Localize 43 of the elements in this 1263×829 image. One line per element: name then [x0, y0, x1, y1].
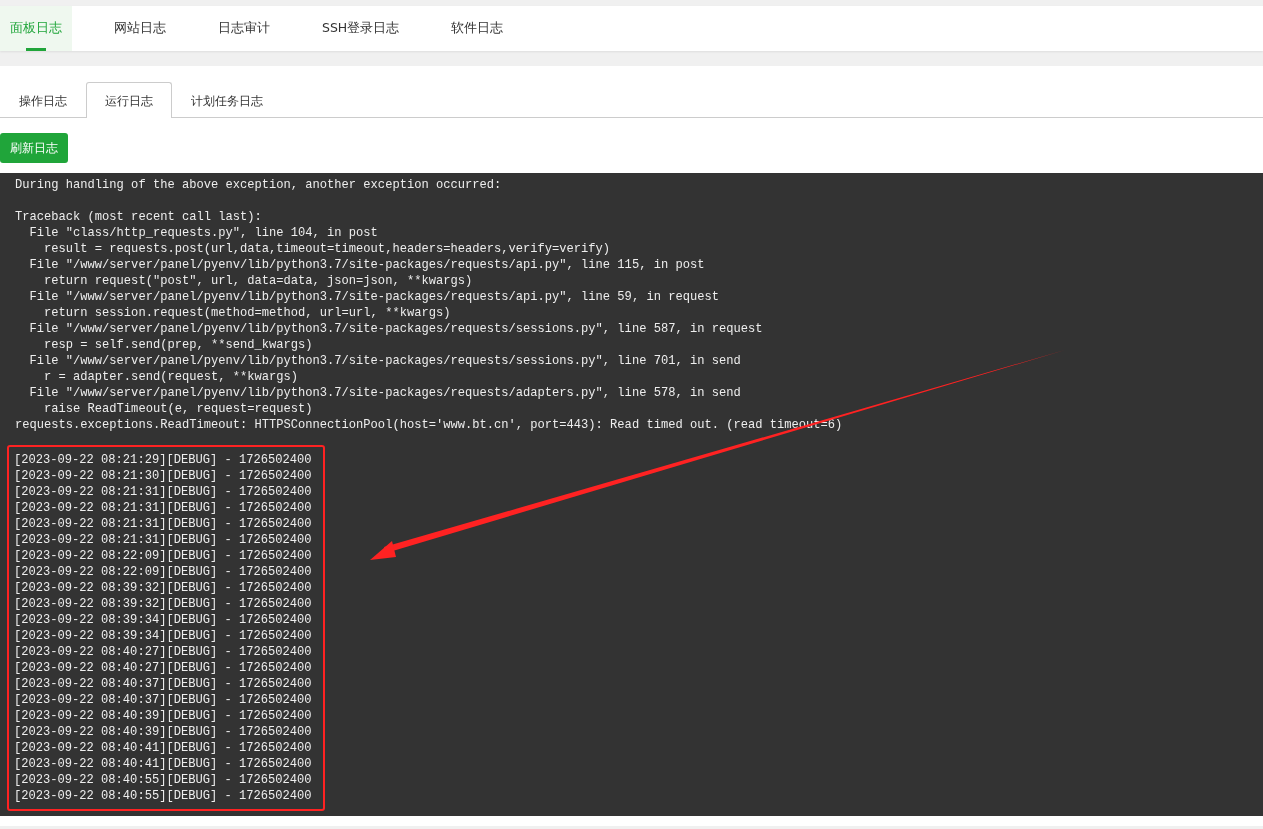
log-line: [2023-09-22 08:22:09][DEBUG] - 1726502400: [14, 564, 312, 580]
log-tab[interactable]: 运行日志: [86, 82, 172, 118]
log-line: File "/www/server/panel/pyenv/lib/python3.7/site-packages/requests/api.py", line 59, in request: [28, 289, 719, 305]
log-line: return session.request(method=method, url=url, **kwargs): [43, 305, 451, 321]
log-line: File "/www/server/panel/pyenv/lib/python3.7/site-packages/requests/adapters.py", line 578, in send: [28, 385, 741, 401]
log-line: During handling of the above exception, another exception occurred:: [15, 177, 502, 193]
nav-tab[interactable]: 网站日志: [88, 6, 192, 51]
log-line: [2023-09-22 08:21:31][DEBUG] - 1726502400: [14, 484, 312, 500]
log-line: File "/www/server/panel/pyenv/lib/python3.7/site-packages/requests/sessions.py", line 701, in send: [28, 353, 741, 369]
log-tab[interactable]: 操作日志: [0, 82, 86, 118]
log-line: [2023-09-22 08:40:41][DEBUG] - 1726502400: [14, 740, 312, 756]
nav-tab[interactable]: 日志审计: [192, 6, 296, 51]
log-line: return request("post", url, data=data, json=json, **kwargs): [43, 273, 473, 289]
nav-tab[interactable]: 软件日志: [425, 6, 530, 51]
log-line: [2023-09-22 08:40:41][DEBUG] - 1726502400: [14, 756, 312, 772]
log-line: r = adapter.send(request, **kwargs): [43, 369, 299, 385]
log-line: [2023-09-22 08:39:32][DEBUG] - 1726502400: [14, 596, 312, 612]
log-line: [2023-09-22 08:21:29][DEBUG] - 1726502400: [14, 452, 312, 468]
log-line: File "/www/server/panel/pyenv/lib/python3.7/site-packages/requests/api.py", line 115, in post: [28, 257, 705, 273]
log-line: [2023-09-22 08:40:37][DEBUG] - 1726502400: [14, 676, 312, 692]
log-line: [2023-09-22 08:40:55][DEBUG] - 1726502400: [14, 772, 312, 788]
log-line: [2023-09-22 08:40:39][DEBUG] - 1726502400: [14, 708, 312, 724]
log-line: resp = self.send(prep, **send_kwargs): [43, 337, 313, 353]
log-line: File "class/http_requests.py", line 104, in post: [28, 225, 378, 241]
log-line: [2023-09-22 08:40:39][DEBUG] - 1726502400: [14, 724, 312, 740]
log-line: raise ReadTimeout(e, request=request): [43, 401, 313, 417]
log-line: [2023-09-22 08:21:31][DEBUG] - 1726502400: [14, 500, 312, 516]
log-line: [2023-09-22 08:39:32][DEBUG] - 1726502400: [14, 580, 312, 596]
log-line: [2023-09-22 08:39:34][DEBUG] - 1726502400: [14, 612, 312, 628]
log-line: result = requests.post(url,data,timeout=timeout,headers=headers,verify=verify): [43, 241, 611, 257]
log-line: File "/www/server/panel/pyenv/lib/python3.7/site-packages/requests/sessions.py", line 587, in request: [28, 321, 763, 337]
log-line: [2023-09-22 08:40:37][DEBUG] - 1726502400: [14, 692, 312, 708]
log-line: [2023-09-22 08:40:27][DEBUG] - 1726502400: [14, 660, 312, 676]
log-tab[interactable]: 计划任务日志: [172, 82, 282, 118]
log-line: [2023-09-22 08:21:31][DEBUG] - 1726502400: [14, 532, 312, 548]
log-line: [2023-09-22 08:40:27][DEBUG] - 1726502400: [14, 644, 312, 660]
log-line: [2023-09-22 08:22:09][DEBUG] - 1726502400: [14, 548, 312, 564]
log-line: [2023-09-22 08:21:30][DEBUG] - 1726502400: [14, 468, 312, 484]
log-line: Traceback (most recent call last):: [15, 209, 262, 225]
log-line: [2023-09-22 08:21:31][DEBUG] - 1726502400: [14, 516, 312, 532]
log-line: [2023-09-22 08:39:34][DEBUG] - 1726502400: [14, 628, 312, 644]
log-line: [2023-09-22 08:40:55][DEBUG] - 1726502400: [14, 788, 312, 804]
nav-tab[interactable]: SSH登录日志: [296, 6, 426, 51]
